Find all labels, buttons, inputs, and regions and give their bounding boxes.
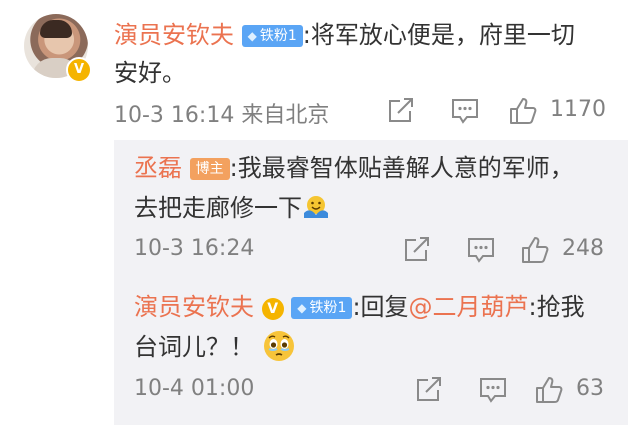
fan-badge-label: 铁粉1 [259, 28, 297, 44]
like-count: 63 [576, 376, 604, 401]
comment-icon[interactable] [450, 97, 480, 125]
like-count: 1170 [550, 97, 606, 122]
like-icon[interactable] [508, 96, 538, 126]
reply-body: 演员安钦夫 V ◆ 铁粉1 :回复@二月葫芦:抢我 台词儿？！ [134, 287, 614, 367]
reply-text-line1: :抢我 [528, 293, 585, 321]
reply-author[interactable]: 演员安钦夫 [134, 293, 254, 321]
comment-body: 演员安钦夫 ◆ 铁粉1 :将军放心便是，府里一切 安好。 [114, 16, 614, 92]
share-icon[interactable] [414, 376, 444, 404]
like-icon[interactable] [520, 235, 550, 265]
blogger-badge: 博主 [189, 158, 230, 180]
reply-text-line2: 台词儿？！ [134, 333, 254, 361]
fan-badge-label: 铁粉1 [309, 300, 347, 316]
comment-icon[interactable] [466, 236, 496, 264]
teary-face-emoji-icon [262, 329, 296, 363]
like-icon[interactable] [534, 375, 564, 405]
reply-time: 10-4 01:00 [134, 376, 255, 401]
avatar-hair [40, 20, 72, 38]
reply-author[interactable]: 丞磊 [134, 154, 182, 182]
reply-body: 丞磊 博主:我最睿智体贴善解人意的军师， 去把走廊修一下 [134, 148, 614, 228]
fan-badge[interactable]: ◆ 铁粉1 [241, 25, 303, 47]
hug-emoji-icon [302, 193, 330, 221]
share-icon[interactable] [386, 97, 416, 125]
diamond-icon: ◆ [297, 301, 307, 315]
mention-link[interactable]: @二月葫芦 [409, 293, 529, 321]
verified-badge-icon: V [261, 298, 284, 320]
reply-prefix: :回复 [352, 293, 409, 321]
diamond-icon: ◆ [247, 29, 257, 43]
comment-text-line1: :将军放心便是，府里一切 [302, 21, 575, 49]
comment-author[interactable]: 演员安钦夫 [114, 21, 234, 49]
fan-badge[interactable]: ◆ 铁粉1 [291, 297, 353, 319]
reply-text-line2: 去把走廊修一下 [134, 194, 302, 222]
like-count: 248 [562, 236, 604, 261]
share-icon[interactable] [402, 236, 432, 264]
comment-time: 10-3 16:14 来自北京 [114, 103, 330, 128]
reply-time: 10-3 16:24 [134, 236, 255, 261]
verified-badge-icon: V [66, 57, 92, 83]
reply-text-line1: :我最睿智体贴善解人意的军师， [229, 154, 574, 182]
comment-text-line2: 安好。 [114, 59, 186, 87]
comment-icon[interactable] [478, 376, 508, 404]
